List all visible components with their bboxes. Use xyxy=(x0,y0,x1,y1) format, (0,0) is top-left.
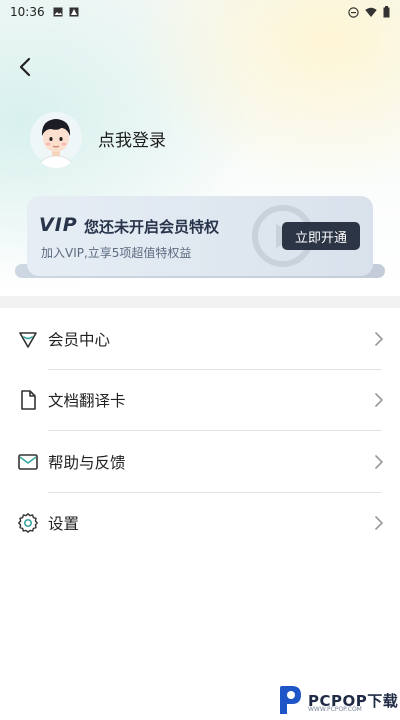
do-not-disturb-icon xyxy=(348,6,359,18)
gear-icon xyxy=(18,513,38,534)
vip-subtitle: 加入VIP,立享5项超值特权益 xyxy=(41,246,192,260)
menu-item-vip-center[interactable]: 会员中心 xyxy=(0,308,400,370)
menu-list: 会员中心 文档翻译卡 帮助与反馈 设置 xyxy=(0,308,400,554)
vip-title: 您还未开启会员特权 xyxy=(84,218,220,236)
status-time: 10:36 xyxy=(10,5,45,19)
battery-icon xyxy=(383,6,390,18)
document-icon xyxy=(21,390,36,411)
image-notification-icon xyxy=(53,7,63,17)
menu-item-help-feedback[interactable]: 帮助与反馈 xyxy=(0,431,400,493)
diamond-icon xyxy=(19,331,37,348)
menu-item-label: 文档翻译卡 xyxy=(48,392,126,411)
vip-card[interactable]: VIP 您还未开启会员特权 加入VIP,立享5项超值特权益 立即开通 xyxy=(27,196,373,276)
site-watermark: PCPOP下载 WWW.PCPOP.COM xyxy=(276,684,398,716)
chevron-right-icon xyxy=(375,454,383,469)
menu-item-settings[interactable]: 设置 xyxy=(0,493,400,555)
watermark-tagline: WWW.PCPOP.COM xyxy=(308,706,362,713)
profile-section: 点我登录 xyxy=(30,108,166,168)
back-button[interactable] xyxy=(12,54,38,80)
menu-item-label: 会员中心 xyxy=(48,330,111,349)
wifi-icon xyxy=(365,7,377,17)
vip-logo: VIP xyxy=(39,214,78,236)
menu-item-label: 帮助与反馈 xyxy=(48,453,126,472)
avatar[interactable] xyxy=(30,108,82,168)
photo-notification-icon xyxy=(69,7,79,17)
chevron-right-icon xyxy=(375,516,383,531)
mail-icon xyxy=(18,453,38,470)
activate-vip-button[interactable]: 立即开通 xyxy=(282,222,360,250)
menu-item-label: 设置 xyxy=(48,515,80,534)
pcpop-logo-icon xyxy=(280,686,301,714)
status-bar: 10:36 xyxy=(0,0,400,24)
chevron-left-icon xyxy=(19,57,31,77)
section-divider xyxy=(0,296,400,308)
login-link[interactable]: 点我登录 xyxy=(98,126,166,151)
chevron-right-icon xyxy=(375,331,383,346)
chevron-right-icon xyxy=(375,393,383,408)
menu-item-translation-card[interactable]: 文档翻译卡 xyxy=(0,370,400,431)
